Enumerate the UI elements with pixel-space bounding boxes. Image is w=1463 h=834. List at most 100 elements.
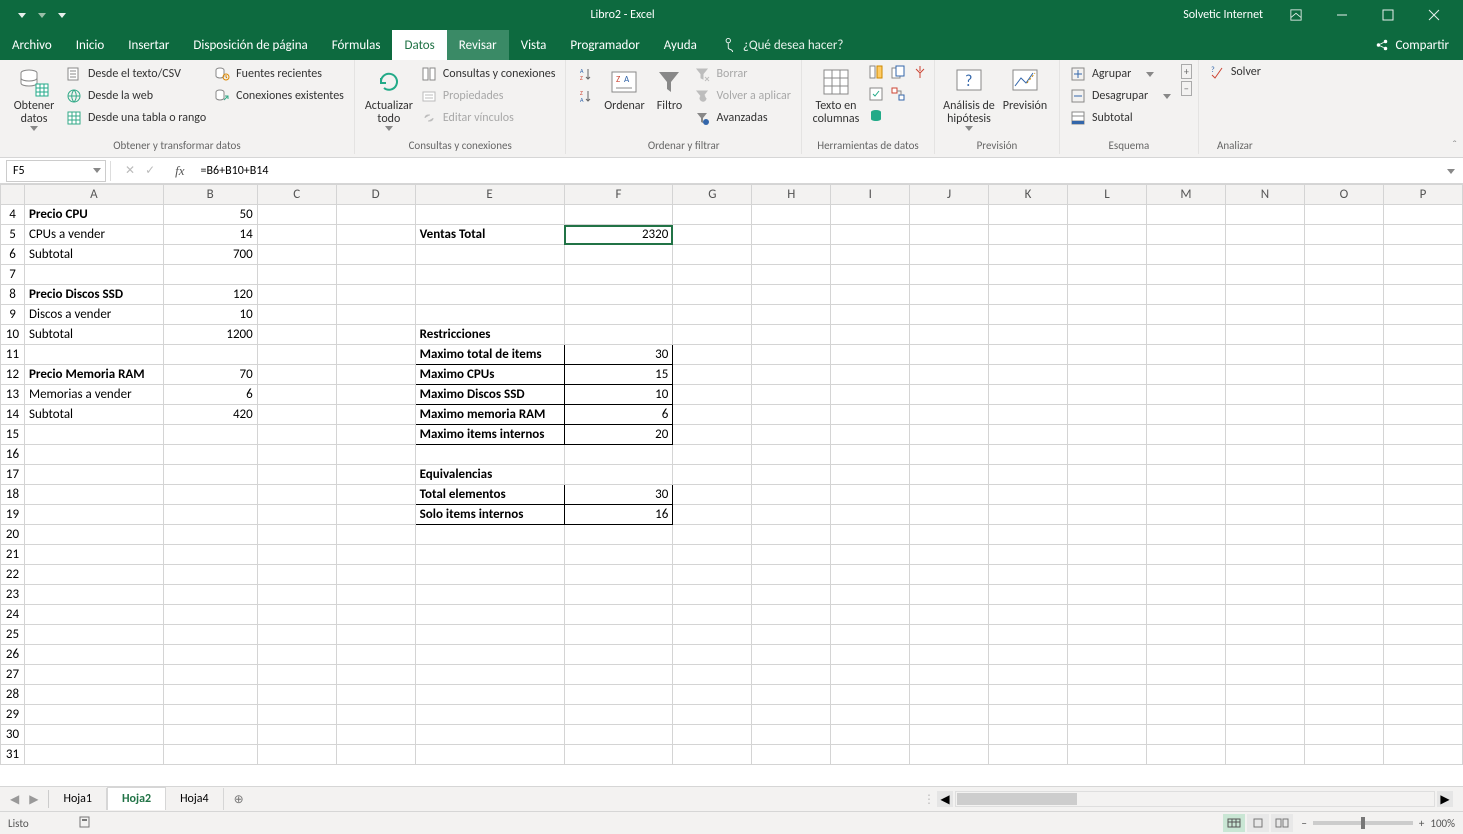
cell-F29[interactable] <box>564 705 673 725</box>
cell-D12[interactable] <box>336 365 415 385</box>
from-text-csv-button[interactable]: Desde el texto/CSV <box>62 64 210 84</box>
close-icon[interactable] <box>1411 0 1457 30</box>
cell-B29[interactable] <box>163 705 257 725</box>
cell-N9[interactable] <box>1225 305 1304 325</box>
cell-N17[interactable] <box>1225 465 1304 485</box>
cell-E17[interactable]: Equivalencias <box>415 465 564 485</box>
cell-O21[interactable] <box>1304 545 1383 565</box>
cell-N12[interactable] <box>1225 365 1304 385</box>
cell-I14[interactable] <box>831 405 910 425</box>
row-header-11[interactable]: 11 <box>1 345 25 365</box>
cell-I26[interactable] <box>831 645 910 665</box>
cell-I9[interactable] <box>831 305 910 325</box>
cell-L26[interactable] <box>1068 645 1147 665</box>
cell-N19[interactable] <box>1225 505 1304 525</box>
cell-P29[interactable] <box>1383 705 1462 725</box>
cell-L27[interactable] <box>1068 665 1147 685</box>
cell-N11[interactable] <box>1225 345 1304 365</box>
cell-F8[interactable] <box>564 285 673 305</box>
cell-J18[interactable] <box>910 485 989 505</box>
row-header-17[interactable]: 17 <box>1 465 25 485</box>
cell-K6[interactable] <box>989 245 1068 265</box>
cell-C13[interactable] <box>257 385 336 405</box>
cell-G29[interactable] <box>673 705 752 725</box>
cell-O29[interactable] <box>1304 705 1383 725</box>
cell-A26[interactable] <box>24 645 163 665</box>
cell-I31[interactable] <box>831 745 910 765</box>
cell-B11[interactable] <box>163 345 257 365</box>
cell-E14[interactable]: Maximo memoria RAM <box>415 405 564 425</box>
cell-H25[interactable] <box>752 625 831 645</box>
cell-L13[interactable] <box>1068 385 1147 405</box>
menu-formulas[interactable]: Fórmulas <box>320 30 393 60</box>
cell-A11[interactable] <box>24 345 163 365</box>
row-header-30[interactable]: 30 <box>1 725 25 745</box>
cell-D25[interactable] <box>336 625 415 645</box>
cell-L11[interactable] <box>1068 345 1147 365</box>
cell-F27[interactable] <box>564 665 673 685</box>
tell-me[interactable]: ¿Qué desea hacer? <box>709 30 858 60</box>
menu-data[interactable]: Datos <box>392 30 446 60</box>
cell-K8[interactable] <box>989 285 1068 305</box>
cell-F14[interactable]: 6 <box>564 405 673 425</box>
cell-N15[interactable] <box>1225 425 1304 445</box>
from-table-range-button[interactable]: Desde una tabla o rango <box>62 108 210 128</box>
cell-P6[interactable] <box>1383 245 1462 265</box>
cell-K18[interactable] <box>989 485 1068 505</box>
cell-J13[interactable] <box>910 385 989 405</box>
cell-D4[interactable] <box>336 205 415 225</box>
col-header-D[interactable]: D <box>336 185 415 205</box>
cancel-formula-icon[interactable]: ✕ <box>125 163 135 178</box>
cell-O25[interactable] <box>1304 625 1383 645</box>
cell-D18[interactable] <box>336 485 415 505</box>
cell-H9[interactable] <box>752 305 831 325</box>
cell-N8[interactable] <box>1225 285 1304 305</box>
cell-A28[interactable] <box>24 685 163 705</box>
cell-I10[interactable] <box>831 325 910 345</box>
cell-G23[interactable] <box>673 585 752 605</box>
cell-H31[interactable] <box>752 745 831 765</box>
cell-F11[interactable]: 30 <box>564 345 673 365</box>
cell-O6[interactable] <box>1304 245 1383 265</box>
cell-O7[interactable] <box>1304 265 1383 285</box>
row-header-8[interactable]: 8 <box>1 285 25 305</box>
cell-C11[interactable] <box>257 345 336 365</box>
sort-az-button[interactable]: AZ <box>572 64 596 84</box>
cell-O10[interactable] <box>1304 325 1383 345</box>
sheet-tab-hoja2[interactable]: Hoja2 <box>107 787 166 810</box>
cell-O26[interactable] <box>1304 645 1383 665</box>
maximize-icon[interactable] <box>1365 0 1411 30</box>
cell-J22[interactable] <box>910 565 989 585</box>
cell-B12[interactable]: 70 <box>163 365 257 385</box>
cell-J24[interactable] <box>910 605 989 625</box>
cell-A15[interactable] <box>24 425 163 445</box>
filter-button[interactable]: Filtro <box>648 62 690 113</box>
cell-C15[interactable] <box>257 425 336 445</box>
cell-L15[interactable] <box>1068 425 1147 445</box>
cell-M21[interactable] <box>1146 545 1225 565</box>
cell-B31[interactable] <box>163 745 257 765</box>
cell-E5[interactable]: Ventas Total <box>415 225 564 245</box>
cell-O23[interactable] <box>1304 585 1383 605</box>
cell-J16[interactable] <box>910 445 989 465</box>
cell-J4[interactable] <box>910 205 989 225</box>
cell-P24[interactable] <box>1383 605 1462 625</box>
cell-G16[interactable] <box>673 445 752 465</box>
cell-A25[interactable] <box>24 625 163 645</box>
cell-K22[interactable] <box>989 565 1068 585</box>
cell-I21[interactable] <box>831 545 910 565</box>
page-break-view-button[interactable] <box>1271 814 1293 832</box>
cell-A18[interactable] <box>24 485 163 505</box>
cell-L4[interactable] <box>1068 205 1147 225</box>
row-header-24[interactable]: 24 <box>1 605 25 625</box>
cell-D8[interactable] <box>336 285 415 305</box>
cell-K30[interactable] <box>989 725 1068 745</box>
cell-B6[interactable]: 700 <box>163 245 257 265</box>
show-detail-icon[interactable]: + <box>1181 64 1192 79</box>
from-web-button[interactable]: Desde la web <box>62 86 210 106</box>
menu-view[interactable]: Vista <box>509 30 559 60</box>
cell-F17[interactable] <box>564 465 673 485</box>
cell-I11[interactable] <box>831 345 910 365</box>
cell-D27[interactable] <box>336 665 415 685</box>
cell-N16[interactable] <box>1225 445 1304 465</box>
